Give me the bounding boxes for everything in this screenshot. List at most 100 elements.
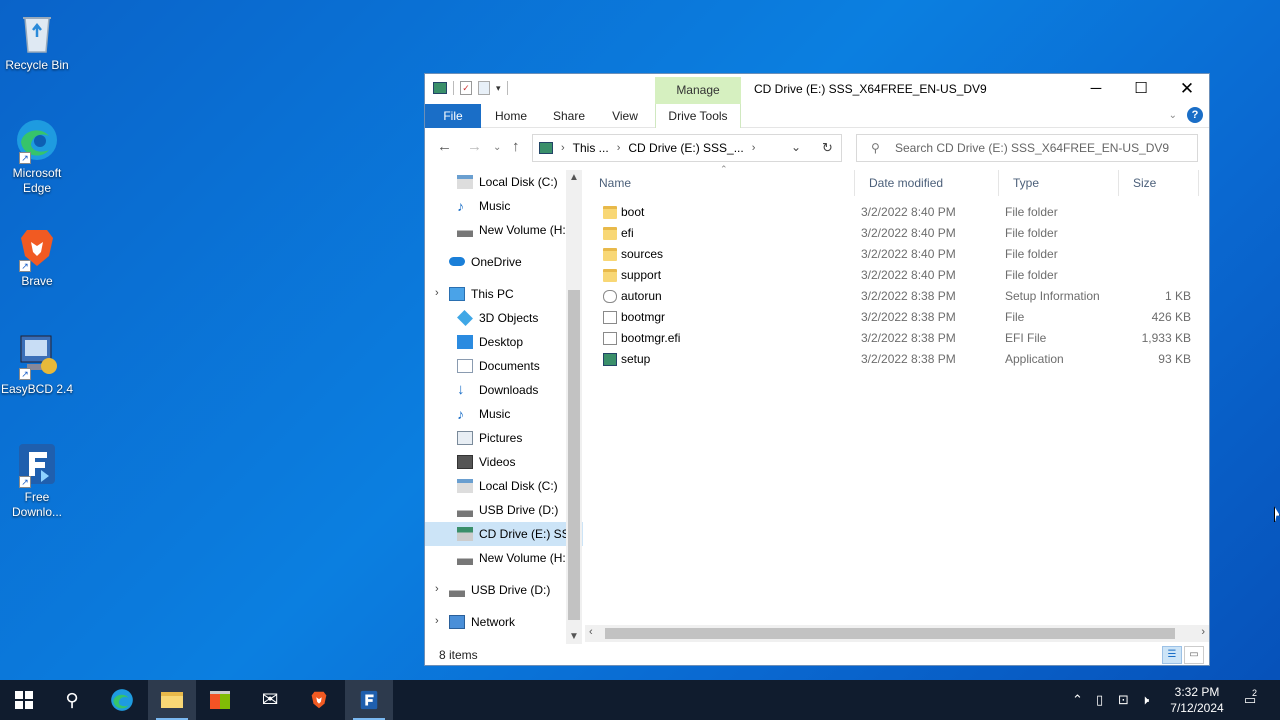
file-row[interactable]: autorun 3/2/2022 8:38 PM Setup Informati…: [585, 286, 1205, 307]
nav-item-label: Local Disk (C:): [479, 479, 558, 493]
refresh-button[interactable]: ↻: [814, 134, 842, 162]
details-view-icon[interactable]: ☰: [1162, 646, 1182, 664]
nav-item-3d-objects[interactable]: 3D Objects: [425, 306, 583, 330]
search-input[interactable]: ⚲ Search CD Drive (E:) SSS_X64FREE_EN-US…: [856, 134, 1198, 162]
nav-item-onedrive[interactable]: OneDrive: [425, 250, 583, 274]
taskbar-edge[interactable]: [98, 680, 146, 720]
file-row[interactable]: sources 3/2/2022 8:40 PM File folder: [585, 244, 1205, 265]
scroll-down-icon[interactable]: ▼: [566, 631, 582, 642]
file-row[interactable]: bootmgr 3/2/2022 8:38 PM File 426 KB: [585, 307, 1205, 328]
file-date: 3/2/2022 8:38 PM: [861, 310, 956, 324]
breadcrumb-separator-icon[interactable]: ›: [752, 142, 756, 154]
desktop-icon-recycle-bin[interactable]: Recycle Bin: [0, 8, 74, 73]
nav-item-music[interactable]: ♪ Music: [425, 194, 583, 218]
scroll-left-icon[interactable]: ‹: [589, 626, 593, 638]
breadcrumb-separator-icon[interactable]: ›: [561, 142, 565, 154]
close-button[interactable]: ✕: [1164, 74, 1210, 104]
action-center-button[interactable]: ▭ 2: [1238, 680, 1262, 720]
tab-share[interactable]: Share: [545, 104, 593, 128]
file-type: File: [1005, 310, 1025, 324]
breadcrumb-this-pc[interactable]: This ...: [573, 141, 609, 155]
search-icon: ⚲: [65, 690, 79, 710]
column-header-size[interactable]: Size: [1119, 170, 1199, 196]
store-icon: [210, 691, 230, 709]
search-placeholder: Search CD Drive (E:) SSS_X64FREE_EN-US_D…: [895, 141, 1170, 155]
desktop-icon-brave[interactable]: ↗ Brave: [0, 224, 74, 289]
breadcrumb-cd-drive[interactable]: CD Drive (E:) SSS_...: [628, 141, 743, 155]
taskbar-store[interactable]: [196, 680, 244, 720]
maximize-button[interactable]: ☐: [1118, 74, 1164, 104]
new-folder-icon[interactable]: [478, 81, 490, 95]
start-button[interactable]: [0, 680, 48, 720]
customize-qat-icon[interactable]: ▾: [496, 83, 501, 94]
nav-item-new-volume-h[interactable]: New Volume (H:: [425, 218, 583, 242]
minimize-button[interactable]: ─: [1073, 74, 1119, 104]
nav-item-this-pc[interactable]: This PC: [425, 282, 583, 306]
device-icon[interactable]: ▯: [1096, 680, 1103, 720]
column-header-type[interactable]: Type: [999, 170, 1119, 196]
forward-arrow-icon[interactable]: →: [467, 138, 482, 155]
show-hidden-icons-chevron-icon[interactable]: ⌃: [1072, 680, 1083, 720]
taskbar-brave[interactable]: [295, 680, 343, 720]
volume-muted-icon[interactable]: 🕨: [1141, 680, 1149, 720]
desktop-icon-free-download[interactable]: ↗ Free Downlo...: [0, 440, 74, 520]
nav-item-documents[interactable]: Documents: [425, 354, 583, 378]
breadcrumb-separator-icon[interactable]: ›: [617, 142, 621, 154]
scroll-up-icon[interactable]: ▲: [566, 172, 582, 183]
search-button[interactable]: ⚲: [48, 680, 96, 720]
system-clock[interactable]: 3:32 PM 7/12/2024: [1164, 684, 1230, 716]
taskbar-file-explorer[interactable]: [148, 680, 196, 720]
ribbon-controls: ⌄ ?: [1169, 107, 1203, 123]
expand-ribbon-icon[interactable]: ⌄: [1169, 110, 1177, 121]
nav-item-music[interactable]: ♪ Music: [425, 402, 583, 426]
tab-drive-tools[interactable]: Drive Tools: [655, 104, 741, 128]
tab-manage[interactable]: Manage: [655, 77, 741, 104]
nav-item-network[interactable]: Network: [425, 610, 583, 634]
scroll-right-icon[interactable]: ›: [1201, 626, 1205, 638]
nav-item-usb-drive-d[interactable]: USB Drive (D:): [425, 498, 583, 522]
up-arrow-icon[interactable]: ↑: [512, 138, 520, 155]
back-arrow-icon[interactable]: ←: [437, 138, 452, 155]
network-status-icon[interactable]: ⊡: [1118, 680, 1129, 720]
scrollbar-thumb[interactable]: [568, 290, 580, 620]
recent-locations-chevron-icon[interactable]: ⌄: [493, 142, 501, 153]
nav-item-local-disk-c[interactable]: Local Disk (C:): [425, 474, 583, 498]
file-row[interactable]: efi 3/2/2022 8:40 PM File folder: [585, 223, 1205, 244]
file-name: bootmgr.efi: [621, 331, 681, 345]
drive-icon: [457, 174, 473, 189]
pc-icon: [449, 286, 465, 301]
desktop-icon-edge[interactable]: ↗ Microsoft Edge: [0, 116, 74, 196]
nav-item-desktop[interactable]: Desktop: [425, 330, 583, 354]
file-list-scrollbar[interactable]: ‹ ›: [585, 625, 1209, 642]
column-header-date-modified[interactable]: Date modified: [855, 170, 999, 196]
large-icons-view-icon[interactable]: ▭: [1184, 646, 1204, 664]
file-row[interactable]: bootmgr.efi 3/2/2022 8:38 PM EFI File 1,…: [585, 328, 1205, 349]
nav-pane-scrollbar[interactable]: ▲ ▼: [566, 170, 582, 644]
file-row[interactable]: boot 3/2/2022 8:40 PM File folder: [585, 202, 1205, 223]
scrollbar-thumb[interactable]: [605, 628, 1175, 639]
nav-item-usb-drive-d[interactable]: USB Drive (D:): [425, 578, 583, 602]
address-dropdown-icon[interactable]: ⌄: [791, 140, 801, 154]
title-bar[interactable]: ✓ ▾ Manage CD Drive (E:) SSS_X64FREE_EN-…: [425, 74, 1209, 104]
properties-icon[interactable]: ✓: [460, 81, 472, 95]
tab-file[interactable]: File: [425, 104, 481, 128]
desktop-icon-easybcd[interactable]: ↗ EasyBCD 2.4: [0, 332, 74, 397]
tab-view[interactable]: View: [601, 104, 649, 128]
file-row[interactable]: setup 3/2/2022 8:38 PM Application 93 KB: [585, 349, 1205, 370]
nav-item-new-volume-h[interactable]: New Volume (H:: [425, 546, 583, 570]
free-download-icon: ↗: [13, 440, 61, 488]
setup-info-icon: [603, 290, 617, 303]
tab-home[interactable]: Home: [487, 104, 535, 128]
desktop-icon-label: Microsoft Edge: [12, 166, 62, 195]
nav-item-videos[interactable]: Videos: [425, 450, 583, 474]
nav-item-pictures[interactable]: Pictures: [425, 426, 583, 450]
nav-item-downloads[interactable]: ↓ Downloads: [425, 378, 583, 402]
drive-icon: [457, 478, 473, 493]
taskbar-mail[interactable]: ✉: [246, 680, 294, 720]
address-bar[interactable]: › This ... › CD Drive (E:) SSS_... › ⌄: [532, 134, 842, 162]
nav-item-local-disk-c[interactable]: Local Disk (C:): [425, 170, 583, 194]
help-icon[interactable]: ?: [1187, 107, 1203, 123]
file-row[interactable]: support 3/2/2022 8:40 PM File folder: [585, 265, 1205, 286]
taskbar-free-download-manager[interactable]: [345, 680, 393, 720]
nav-item-cd-drive-e[interactable]: CD Drive (E:) SSS: [425, 522, 583, 546]
